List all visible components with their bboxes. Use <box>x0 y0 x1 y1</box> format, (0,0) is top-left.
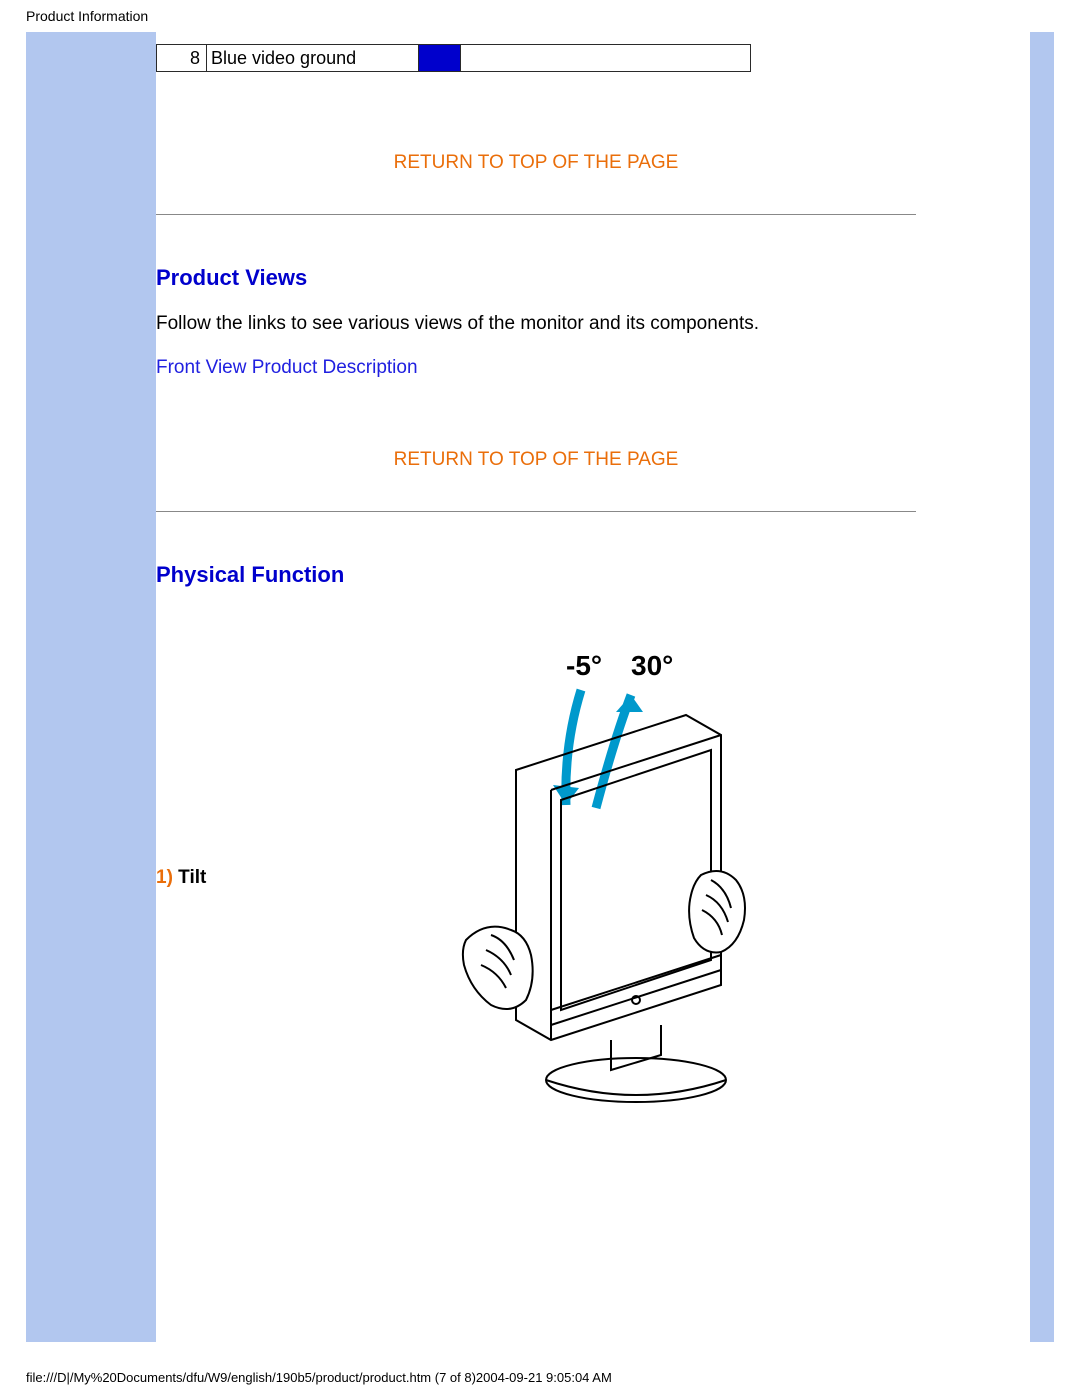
hands-icon <box>463 871 745 1009</box>
main-frame: 8 Blue video ground RETURN TO TOP OF THE… <box>26 32 1054 1342</box>
physical-function-heading: Physical Function <box>156 542 1030 610</box>
arrow-right-head-icon <box>616 695 643 712</box>
product-views-heading: Product Views <box>156 245 1030 313</box>
divider-2 <box>156 511 916 512</box>
return-to-top-link-2[interactable]: RETURN TO TOP OF THE PAGE <box>156 389 916 501</box>
product-views-body: Follow the links to see various views of… <box>156 313 1030 357</box>
pin-empty-cell <box>461 45 750 71</box>
front-view-link[interactable]: Front View Product Description <box>156 357 1030 389</box>
pin-table-row: 8 Blue video ground <box>156 44 751 72</box>
angle-neg5-text: -5° <box>566 650 602 681</box>
page-header: Product Information <box>0 0 1080 32</box>
monitor-tilt-icon: -5° 30° <box>436 640 786 1110</box>
footer-path: file:///D|/My%20Documents/dfu/W9/english… <box>26 1370 612 1385</box>
return-to-top-link-1[interactable]: RETURN TO TOP OF THE PAGE <box>156 72 916 204</box>
pin-desc-cell: Blue video ground <box>207 45 419 71</box>
tilt-row: 1) Tilt -5° 30° <box>156 610 1030 1115</box>
tilt-label: 1) Tilt <box>156 867 436 889</box>
tilt-number: 1) <box>156 867 173 888</box>
pin-number-cell: 8 <box>157 45 207 71</box>
tilt-word: Tilt <box>173 867 206 888</box>
divider-1 <box>156 214 916 215</box>
content-area: 8 Blue video ground RETURN TO TOP OF THE… <box>156 32 1030 1342</box>
pin-color-cell <box>419 45 461 71</box>
tilt-diagram: -5° 30° <box>436 640 786 1115</box>
angle-30-text: 30° <box>631 650 673 681</box>
